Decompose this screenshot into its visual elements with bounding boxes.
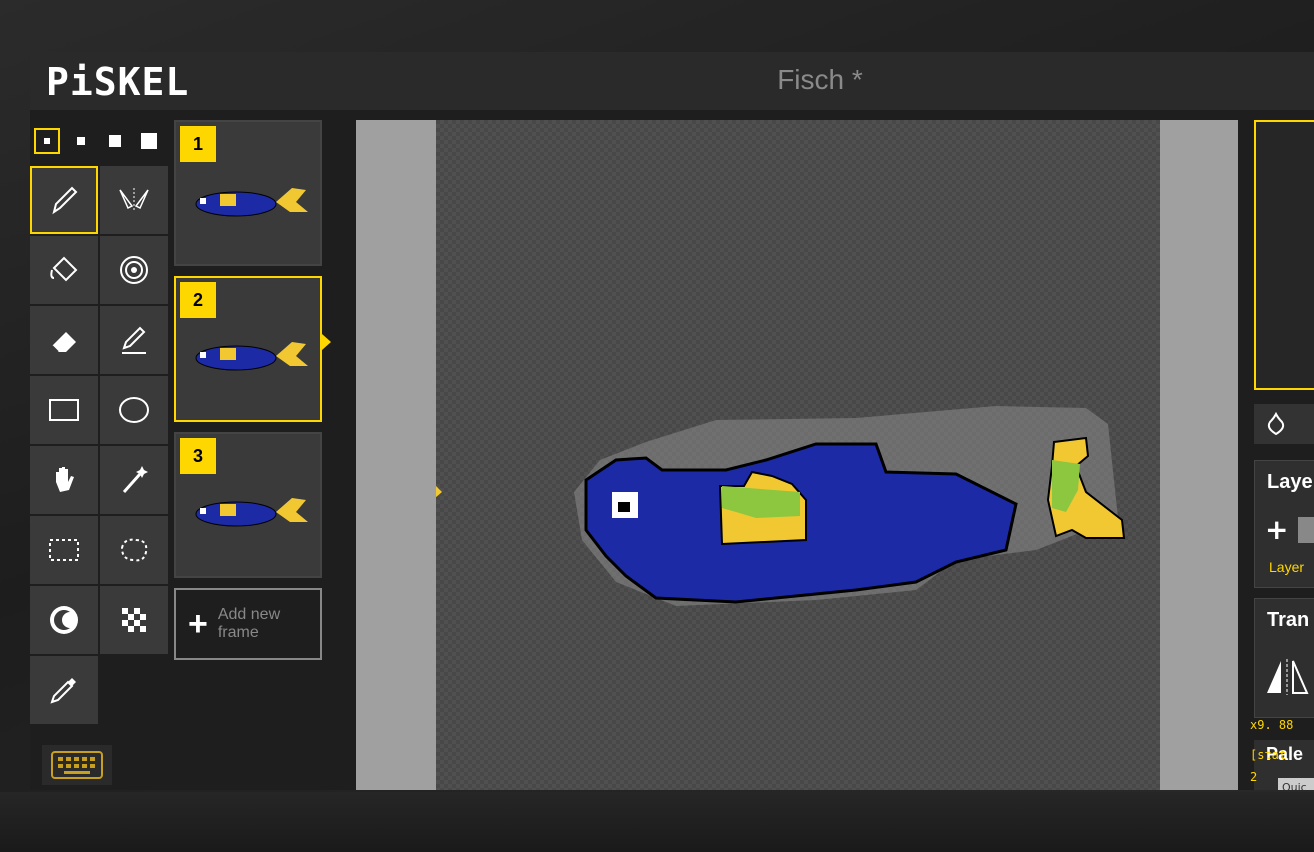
frame-preview <box>195 498 308 527</box>
lasso-selection-tool[interactable] <box>100 516 168 584</box>
checker-icon <box>122 608 146 632</box>
pen-size-4[interactable] <box>136 128 162 154</box>
pen-size-1[interactable] <box>34 128 60 154</box>
frame-number: 2 <box>180 282 216 318</box>
add-frame-label-line1: Add new <box>217 606 281 623</box>
shape-selection-tool[interactable] <box>100 446 168 514</box>
drawing-area <box>356 120 1238 790</box>
layers-panel: Laye + Layer <box>1254 460 1314 588</box>
right-panel: Laye + Layer Tran x9. 88 Pale Quic [stat… <box>1250 120 1314 790</box>
layers-toolbar: + <box>1265 513 1314 546</box>
frame-thumbnail[interactable]: 3 <box>174 432 322 578</box>
frame-preview <box>195 342 308 371</box>
move-tool[interactable] <box>30 446 98 514</box>
circle-icon <box>119 397 149 423</box>
paint-all-same-color-tool[interactable] <box>100 236 168 304</box>
fish-pupil <box>618 502 630 512</box>
pen-tool[interactable] <box>30 166 98 234</box>
stroke-icon <box>122 326 146 354</box>
hand-icon <box>56 467 74 492</box>
paint-bucket-icon <box>50 256 78 282</box>
frame-number: 3 <box>180 438 216 474</box>
pen-size-selector <box>34 128 162 154</box>
drawing-canvas[interactable] <box>436 120 1160 790</box>
pencil-cursor-icon <box>436 486 442 498</box>
plus-icon: + <box>188 605 208 643</box>
rectangle-tool[interactable] <box>30 376 98 444</box>
frame-number: 1 <box>180 126 216 162</box>
app-screen: PiSKEL Fisch * 1 2 3 + Add new frame Lay… <box>30 52 1314 790</box>
rectangle-selection-tool[interactable] <box>30 516 98 584</box>
rectangle-selection-icon <box>49 539 79 561</box>
status-text-line3: 2 <box>1250 770 1258 784</box>
lighten-tool[interactable] <box>30 586 98 654</box>
transform-title: Tran <box>1267 609 1310 631</box>
layers-title: Laye <box>1267 471 1313 493</box>
magic-wand-icon <box>122 466 148 493</box>
flip-icon[interactable] <box>1265 657 1309 697</box>
keyboard-icon <box>51 751 103 779</box>
add-frame-label-line2: frame <box>217 624 259 641</box>
add-layer-button[interactable]: + <box>1265 513 1288 546</box>
frames-list: 1 2 3 + Add new frame <box>174 120 331 660</box>
device-bezel-bottom <box>0 792 1314 852</box>
quick-palette-button[interactable]: Quic <box>1278 778 1314 790</box>
keyboard-shortcuts-button[interactable] <box>42 745 112 785</box>
pen-size-2[interactable] <box>68 128 94 154</box>
pen-icon <box>52 186 78 215</box>
onion-skin-toggle[interactable] <box>1254 404 1314 444</box>
piskel-logo[interactable]: PiSKEL <box>46 60 189 104</box>
eraser-icon <box>51 332 76 353</box>
lasso-icon <box>120 538 148 562</box>
frame-thumbnail-selected[interactable]: 2 <box>174 276 331 422</box>
circle-tool[interactable] <box>100 376 168 444</box>
color-picker-tool[interactable] <box>30 656 98 724</box>
frame-thumbnail[interactable]: 1 <box>174 120 322 266</box>
selected-frame-arrow <box>322 334 331 350</box>
sprite-title[interactable]: Fisch * <box>670 64 970 96</box>
cursor-coordinates: x9. 88 <box>1250 718 1294 732</box>
animation-preview[interactable] <box>1254 120 1314 390</box>
status-text: [stat <box>1250 748 1287 762</box>
dithering-tool[interactable] <box>100 586 168 654</box>
lighten-icon <box>50 606 78 634</box>
add-new-frame-button[interactable]: + Add new frame <box>174 588 322 660</box>
pen-size-3[interactable] <box>102 128 128 154</box>
stroke-tool[interactable] <box>100 306 168 374</box>
layer-action-button[interactable] <box>1298 516 1314 543</box>
vertical-mirror-pen-tool[interactable] <box>100 166 168 234</box>
mirror-pen-icon <box>119 188 149 212</box>
add-frame-label: Add new frame <box>218 606 298 642</box>
onion-icon <box>1267 412 1285 436</box>
transform-panel: Tran <box>1254 598 1314 718</box>
app-header: PiSKEL Fisch * <box>30 52 1314 110</box>
tool-palette <box>30 166 170 724</box>
frame-preview <box>195 188 308 217</box>
paint-bucket-tool[interactable] <box>30 236 98 304</box>
main-workspace: 1 2 3 + Add new frame Laye + Layer Tran … <box>30 110 1314 790</box>
rectangle-icon <box>49 399 79 421</box>
sprite-drawing <box>436 406 1126 606</box>
paint-all-icon <box>120 256 148 284</box>
eyedropper-icon <box>50 678 76 704</box>
eraser-tool[interactable] <box>30 306 98 374</box>
layer-item[interactable]: Layer <box>1269 559 1304 575</box>
